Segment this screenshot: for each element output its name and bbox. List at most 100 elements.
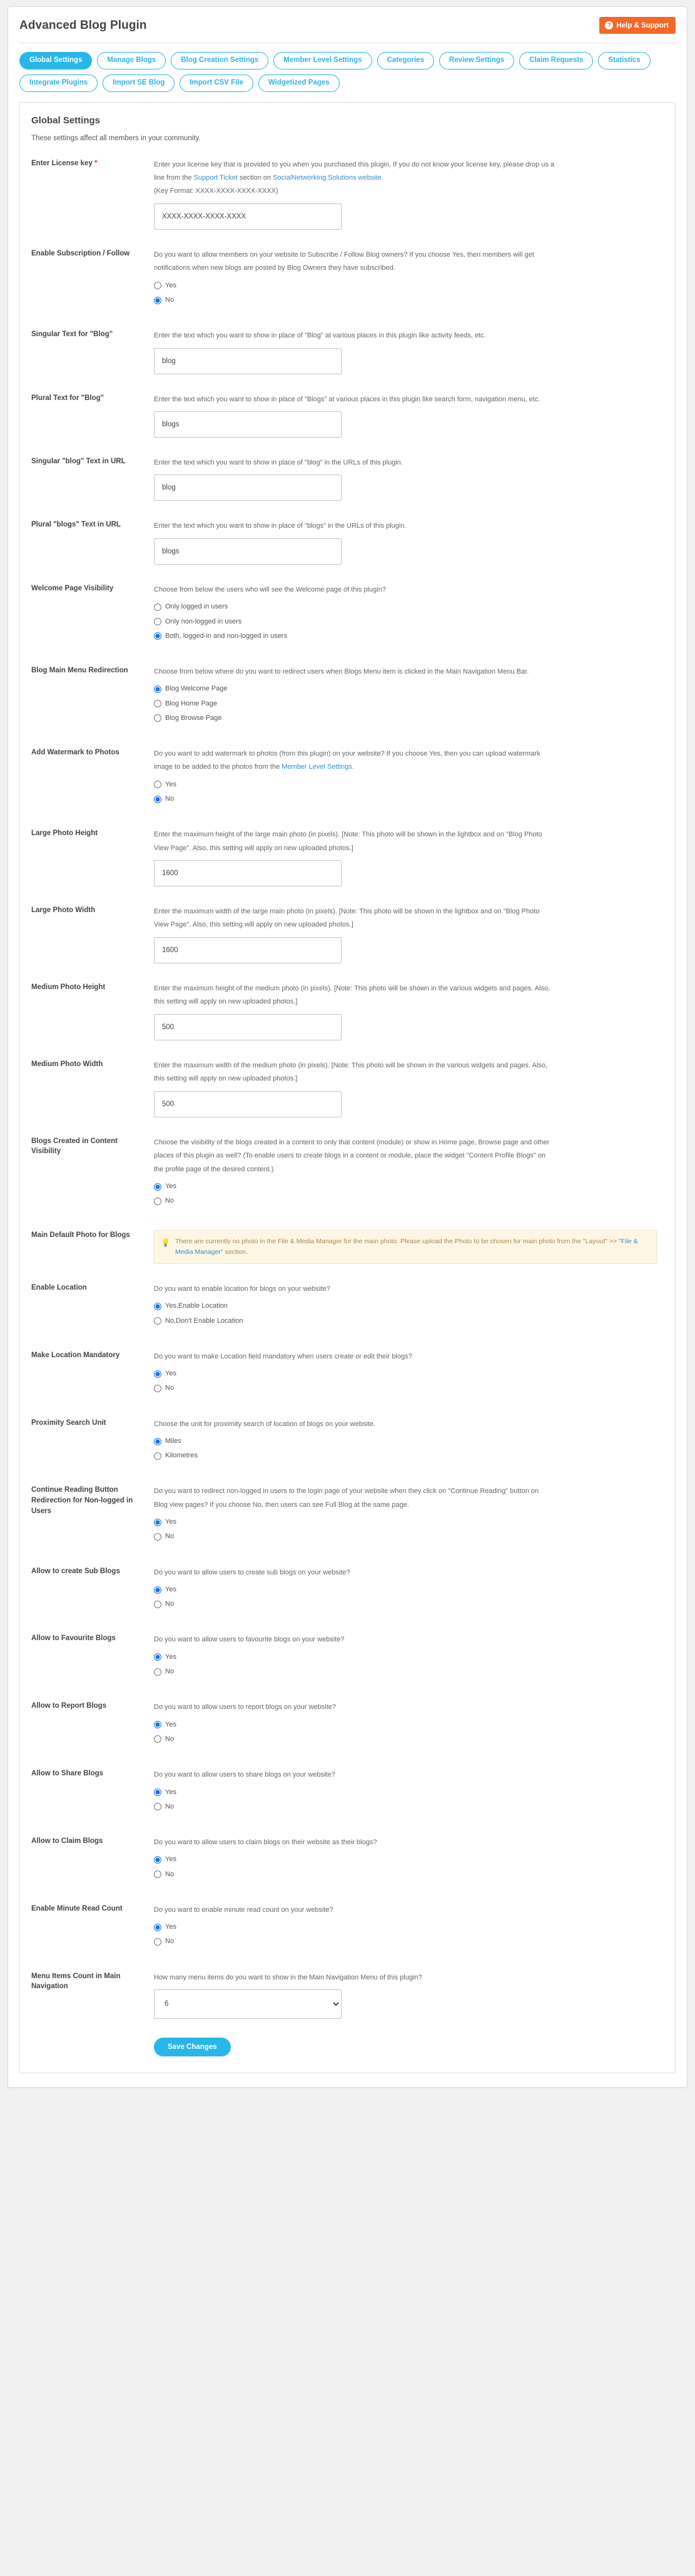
radio-option[interactable]: Both, logged-in and non-logged in users <box>154 632 664 640</box>
tab-widgetized-pages[interactable]: Widgetized Pages <box>258 74 340 92</box>
radio-input[interactable] <box>154 618 161 626</box>
radio-input[interactable] <box>154 1788 161 1797</box>
radio-option[interactable]: Only non-logged in users <box>154 618 664 626</box>
radio-option[interactable]: No <box>154 795 664 803</box>
medium-photo-width-input[interactable] <box>154 1090 342 1117</box>
tab-import-csv-file[interactable]: Import CSV File <box>180 74 253 92</box>
radio-input[interactable] <box>154 632 161 640</box>
radio-option[interactable]: Yes <box>154 1183 664 1191</box>
radio-input[interactable] <box>154 1586 161 1594</box>
socialnetworking-solutions-link[interactable]: SocialNetworking.Solutions website. <box>273 174 383 182</box>
save-changes-button[interactable]: Save Changes <box>154 2037 231 2056</box>
radio-option[interactable]: No <box>154 1668 664 1676</box>
radio-label: No <box>165 794 175 803</box>
radio-option[interactable]: No <box>154 1532 664 1541</box>
radio-input[interactable] <box>154 296 161 304</box>
radio-option[interactable]: No <box>154 1600 664 1608</box>
menu-items-count-select[interactable]: 12345678910 <box>154 1989 342 2019</box>
radio-input[interactable] <box>154 700 161 708</box>
radio-input[interactable] <box>154 1721 161 1729</box>
radio-label: No <box>165 1937 175 1946</box>
radio-option[interactable]: No <box>154 296 664 304</box>
radio-option[interactable]: Yes <box>154 1721 664 1729</box>
radio-input[interactable] <box>154 282 161 290</box>
radio-option[interactable]: Yes <box>154 1855 664 1864</box>
radio-option[interactable]: Yes <box>154 781 664 789</box>
tab-import-se-blog[interactable]: Import SE Blog <box>103 74 175 92</box>
singular-url-text-input[interactable] <box>154 475 342 501</box>
radio-input[interactable] <box>154 1302 161 1310</box>
radio-option[interactable]: No <box>154 1735 664 1743</box>
radio-option[interactable]: Yes <box>154 1788 664 1797</box>
radio-input[interactable] <box>154 1653 161 1661</box>
tab-claim-requests[interactable]: Claim Requests <box>519 52 594 69</box>
radio-input[interactable] <box>154 1370 161 1378</box>
radio-input[interactable] <box>154 795 161 803</box>
radio-option[interactable]: Yes,Enable Location <box>154 1302 664 1310</box>
global-settings-card: Global Settings These settings affect al… <box>19 101 676 2073</box>
radio-input[interactable] <box>154 1183 161 1191</box>
radio-input[interactable] <box>154 1870 161 1879</box>
radio-input[interactable] <box>154 1518 161 1526</box>
radio-option[interactable]: No,Don't Enable Location <box>154 1317 664 1325</box>
radio-option[interactable]: No <box>154 1937 664 1946</box>
radio-option[interactable]: Yes <box>154 1370 664 1378</box>
radio-option[interactable]: Yes <box>154 282 664 290</box>
radio-input[interactable] <box>154 1384 161 1392</box>
tab-statistics[interactable]: Statistics <box>598 52 651 69</box>
radio-input[interactable] <box>154 1533 161 1541</box>
radio-input[interactable] <box>154 1197 161 1205</box>
radio-option[interactable]: No <box>154 1197 664 1205</box>
singular-text-input[interactable] <box>154 347 342 374</box>
tab-categories[interactable]: Categories <box>377 52 434 69</box>
tab-global-settings[interactable]: Global Settings <box>19 52 93 69</box>
radio-option[interactable]: Kilometres <box>154 1452 664 1460</box>
radio-option[interactable]: No <box>154 1803 664 1811</box>
tab-review-settings[interactable]: Review Settings <box>439 52 515 69</box>
field-label-medium-photo-width: Medium Photo Width <box>31 1060 103 1068</box>
radio-input[interactable] <box>154 1317 161 1325</box>
plural-text-input[interactable] <box>154 411 342 438</box>
tab-member-level-settings[interactable]: Member Level Settings <box>273 52 372 69</box>
radio-input[interactable] <box>154 1937 161 1946</box>
help-and-support-button[interactable]: ? Help & Support <box>599 17 676 34</box>
radio-input[interactable] <box>154 781 161 789</box>
radio-option[interactable]: Yes <box>154 1653 664 1661</box>
tab-manage-blogs[interactable]: Manage Blogs <box>97 52 166 69</box>
radio-label: Yes <box>165 281 176 289</box>
radio-input[interactable] <box>154 1668 161 1676</box>
radio-option[interactable]: Yes <box>154 1923 664 1931</box>
support-ticket-link[interactable]: Support Ticket <box>194 174 238 182</box>
member-level-settings-link[interactable]: Member Level Settings. <box>282 763 354 771</box>
medium-photo-height-input[interactable] <box>154 1013 342 1040</box>
tab-blog-creation-settings[interactable]: Blog Creation Settings <box>171 52 269 69</box>
radio-option[interactable]: Blog Home Page <box>154 700 664 708</box>
radio-option[interactable]: Blog Browse Page <box>154 714 664 722</box>
radio-option[interactable]: Yes <box>154 1518 664 1526</box>
radio-input[interactable] <box>154 603 161 611</box>
radio-input[interactable] <box>154 714 161 722</box>
radio-label: No <box>165 1668 175 1676</box>
radio-label: Yes <box>165 1586 176 1594</box>
radio-input[interactable] <box>154 1452 161 1460</box>
radio-option[interactable]: Miles <box>154 1437 664 1445</box>
radio-input[interactable] <box>154 1923 161 1931</box>
large-photo-height-input[interactable] <box>154 860 342 887</box>
radio-input[interactable] <box>154 685 161 693</box>
radio-input[interactable] <box>154 1735 161 1743</box>
large-photo-width-input[interactable] <box>154 936 342 963</box>
field-large-photo-width: Large Photo Width Enter the maximum widt… <box>31 905 664 963</box>
plural-url-text-input[interactable] <box>154 538 342 565</box>
radio-option[interactable]: Yes <box>154 1586 664 1594</box>
radio-label: No <box>165 1600 175 1608</box>
radio-input[interactable] <box>154 1600 161 1608</box>
radio-input[interactable] <box>154 1437 161 1445</box>
radio-option[interactable]: Only logged in users <box>154 603 664 611</box>
radio-option[interactable]: No <box>154 1384 664 1392</box>
tab-integrate-plugins[interactable]: Integrate Plugins <box>19 74 98 92</box>
radio-input[interactable] <box>154 1803 161 1811</box>
radio-option[interactable]: Blog Welcome Page <box>154 685 664 693</box>
license-key-input[interactable] <box>154 203 342 230</box>
radio-input[interactable] <box>154 1855 161 1864</box>
radio-option[interactable]: No <box>154 1870 664 1879</box>
